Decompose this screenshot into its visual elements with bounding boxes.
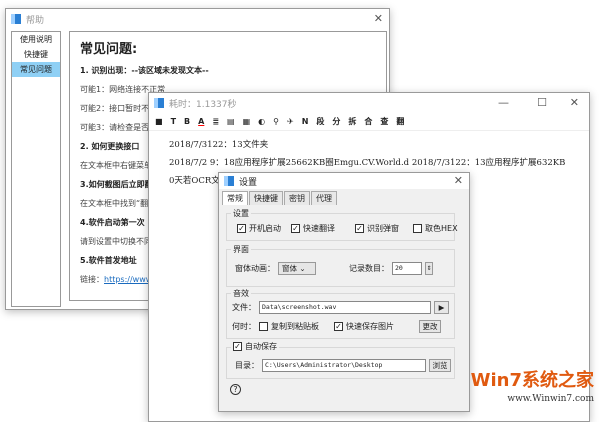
dir-input[interactable]: C:\Users\Administrator\Desktop xyxy=(262,359,426,372)
option-label: 取色HEX xyxy=(425,224,458,233)
settings-group: 设置 ✓ 开机启动 ✓ 快速翻译 ✓ 识别弹窗 取色HEX xyxy=(226,208,458,241)
watermark-logo: Win7系统之家 www.Winwin7.com xyxy=(471,372,594,408)
toolbar-button-12[interactable]: 分 xyxy=(332,116,340,127)
setting-option[interactable]: ✓ 快速翻译 xyxy=(291,223,335,234)
spin-icon[interactable]: ⇕ xyxy=(425,262,433,275)
dir-label: 目录： xyxy=(235,361,259,370)
help-titlebar: 帮助 xyxy=(6,9,389,29)
settings-title: 设置 xyxy=(239,177,258,188)
sound-group: 音效 文件： Data\screenshot.wav ▶ 何时： 复制到粘贴板 ✓ 快速… xyxy=(226,288,455,339)
help-close-button[interactable]: ✕ xyxy=(374,12,383,25)
checkbox[interactable]: ✓ xyxy=(237,224,246,233)
group-label: 音效 xyxy=(231,288,251,299)
toolbar-button-11[interactable]: 段 xyxy=(316,116,324,127)
ocr-title: 耗时：1.1337秒 xyxy=(169,99,237,110)
anim-label: 窗体动画： xyxy=(235,264,275,273)
count-stepper[interactable]: 20 xyxy=(392,262,422,275)
group-label: 界面 xyxy=(231,244,251,255)
when-label: 何时： xyxy=(232,322,256,331)
anim-value: 窗体 xyxy=(282,264,297,273)
group-label: 设置 xyxy=(231,208,251,219)
anim-select[interactable]: 窗体 ⌄ xyxy=(278,262,316,275)
close-button[interactable]: ✕ xyxy=(570,96,579,109)
tab-general[interactable]: 常规 xyxy=(222,191,248,205)
help-sidebar: 使用说明 快捷键 常见问题 xyxy=(11,31,61,307)
checkbox[interactable]: ✓ xyxy=(291,224,300,233)
copy-label: 复制到粘贴板 xyxy=(271,322,319,331)
watermark-url: www.Winwin7.com xyxy=(507,394,594,404)
toolbar-button-1[interactable]: T xyxy=(171,117,176,126)
settings-tabs: 常规 快捷键 密钥 代理 xyxy=(219,189,469,205)
change-button[interactable]: 更改 xyxy=(419,320,441,333)
help-icon[interactable]: ? xyxy=(230,384,241,395)
ocr-toolbar: ■ T B A ≣ ▤ ▦ ◐ ⚲ ✈ N 段分拆合查翻 xyxy=(149,113,589,131)
tab-keys[interactable]: 密钥 xyxy=(284,191,310,205)
checkbox[interactable]: ✓ xyxy=(355,224,364,233)
count-label: 记录数目： xyxy=(349,264,389,273)
setting-option[interactable]: ✓ 识别弹窗 xyxy=(355,223,399,234)
toolbar-button-13[interactable]: 拆 xyxy=(348,116,356,127)
browse-button[interactable]: 浏览 xyxy=(429,359,451,372)
toolbar-button-4[interactable]: ≣ xyxy=(212,117,219,126)
toolbar-button-14[interactable]: 合 xyxy=(364,116,372,127)
sidebar-item-faq[interactable]: 常见问题 xyxy=(12,62,60,77)
app-icon xyxy=(154,98,164,108)
autosave-checkbox[interactable]: ✓ xyxy=(233,342,242,351)
tab-shortcuts[interactable]: 快捷键 xyxy=(249,191,283,205)
toolbar-button-10[interactable]: N xyxy=(302,117,309,126)
link-label: 链接： xyxy=(80,275,104,284)
app-icon xyxy=(224,176,234,186)
settings-titlebar: 设置 xyxy=(219,173,469,189)
save-label: 快速保存图片 xyxy=(346,322,394,331)
toolbar-button-16[interactable]: 翻 xyxy=(396,116,404,127)
setting-option[interactable]: ✓ 开机启动 xyxy=(237,223,281,234)
sidebar-item-shortcuts[interactable]: 快捷键 xyxy=(12,47,60,62)
toolbar-button-3[interactable]: A xyxy=(198,117,204,126)
toolbar-button-15[interactable]: 查 xyxy=(380,116,388,127)
checkbox[interactable] xyxy=(413,224,422,233)
option-label: 识别弹窗 xyxy=(367,224,399,233)
settings-close-button[interactable]: ✕ xyxy=(454,174,463,187)
ocr-line: 2018/7/2 9：18应用程序扩展25662KB圈Emgu.CV.World… xyxy=(169,158,566,168)
quick-save-checkbox[interactable]: ✓ xyxy=(334,322,343,331)
interface-group: 界面 窗体动画： 窗体 ⌄ 记录数目： 20 ⇕ xyxy=(226,244,455,287)
tab-proxy[interactable]: 代理 xyxy=(311,191,337,205)
minimize-button[interactable]: — xyxy=(498,96,509,109)
page-title: 常见问题: xyxy=(80,42,138,57)
toolbar-button-2[interactable]: B xyxy=(184,117,190,126)
toolbar-button-0[interactable]: ■ xyxy=(155,117,163,126)
watermark-brand: Win7系统之家 xyxy=(470,370,594,391)
copy-clipboard-checkbox[interactable] xyxy=(259,322,268,331)
sidebar-item-usage[interactable]: 使用说明 xyxy=(12,32,60,47)
ocr-titlebar: 耗时：1.1337秒 xyxy=(149,93,589,113)
faq-line: 1. 识别出现：--该区域未发现文本-- xyxy=(80,66,209,75)
app-icon xyxy=(11,14,21,24)
autosave-group: ✓ 自动保存 目录： C:\Users\Administrator\Desktop 浏… xyxy=(226,341,455,379)
toolbar-button-8[interactable]: ⚲ xyxy=(273,117,279,126)
option-label: 开机启动 xyxy=(249,224,281,233)
file-label: 文件： xyxy=(232,303,256,312)
ocr-line: 2018/7/3122：13文件夹 xyxy=(169,140,269,150)
group-label: 自动保存 xyxy=(245,342,277,351)
sound-file-input[interactable]: Data\screenshot.wav xyxy=(259,301,431,314)
setting-option[interactable]: 取色HEX xyxy=(413,223,458,234)
help-title: 帮助 xyxy=(26,15,45,26)
download-link[interactable]: https://www xyxy=(104,275,152,284)
toolbar-button-9[interactable]: ✈ xyxy=(287,117,294,126)
toolbar-button-5[interactable]: ▤ xyxy=(227,117,235,126)
toolbar-button-7[interactable]: ◐ xyxy=(258,117,265,126)
play-button[interactable]: ▶ xyxy=(434,301,449,314)
settings-dialog: 设置 ✕ 常规 快捷键 密钥 代理 设置 ✓ 开机启动 ✓ 快速翻译 ✓ 识别弹窗 取色HE… xyxy=(218,172,470,412)
option-label: 快速翻译 xyxy=(303,224,335,233)
toolbar-button-6[interactable]: ▦ xyxy=(243,117,251,126)
maximize-button[interactable]: ☐ xyxy=(537,96,547,109)
